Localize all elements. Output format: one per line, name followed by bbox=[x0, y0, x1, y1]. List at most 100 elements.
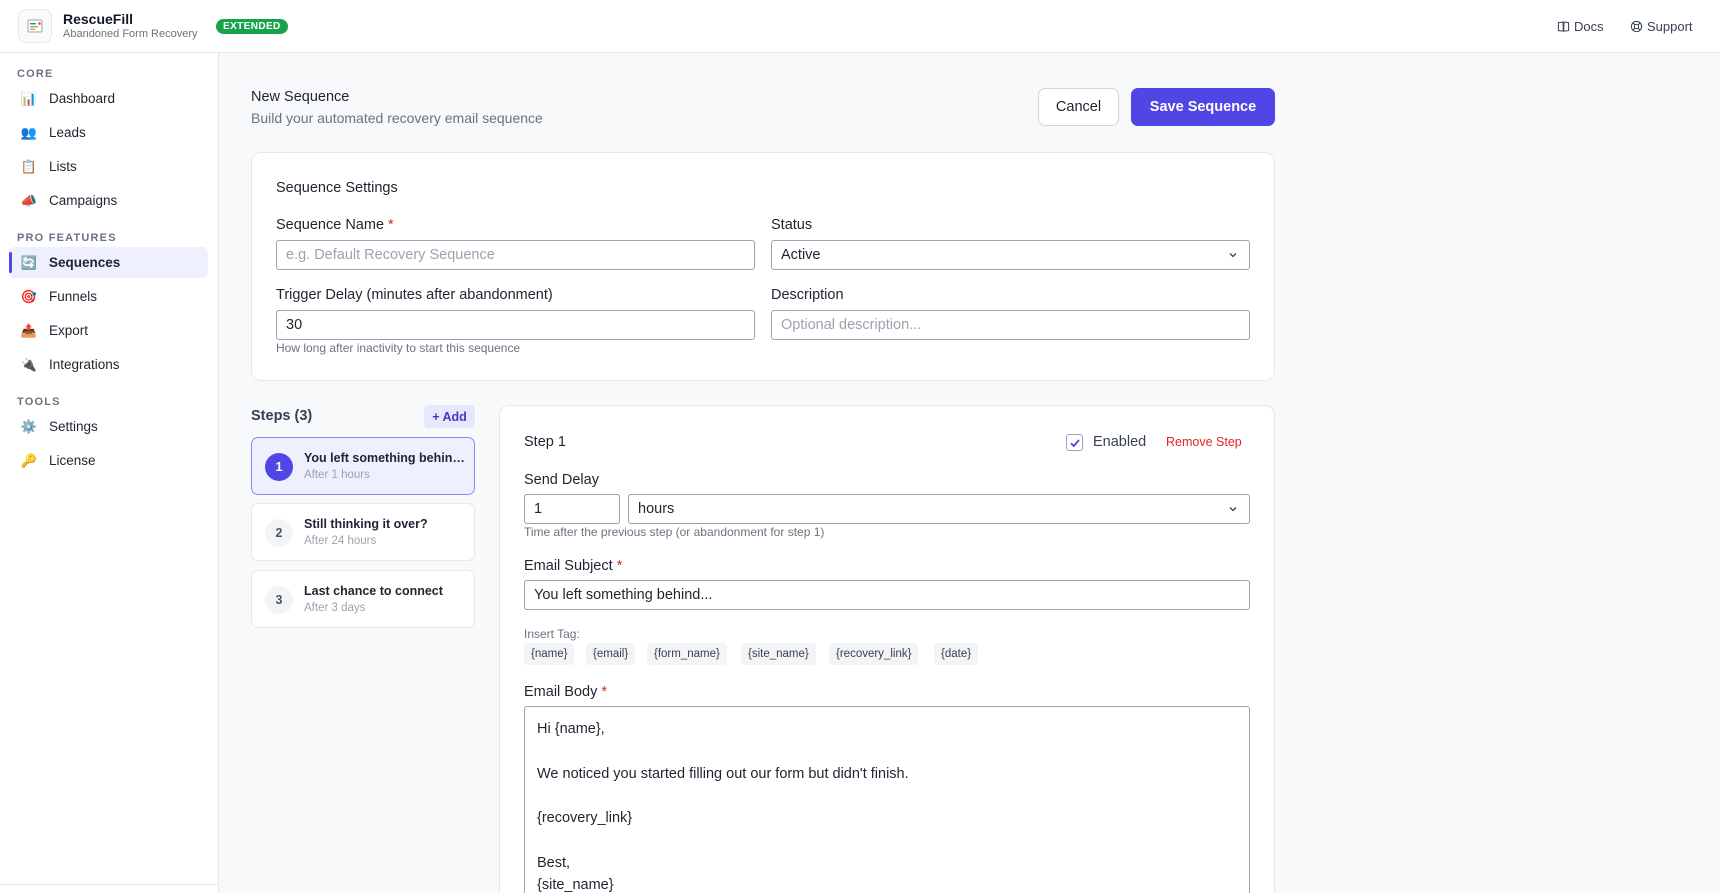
trigger-delay-input[interactable]: 30 bbox=[276, 310, 755, 340]
step-delay: After 3 days bbox=[304, 602, 366, 614]
support-link[interactable]: Support bbox=[1630, 19, 1693, 34]
sidebar-item-label: Export bbox=[49, 323, 89, 338]
top-bar: RescueFill Abandoned Form Recovery EXTEN… bbox=[0, 0, 1720, 53]
status-label: Status bbox=[771, 217, 813, 233]
body-line: Best, bbox=[537, 854, 571, 871]
docs-link[interactable]: Docs bbox=[1557, 19, 1604, 34]
sidebar-item-label: Lists bbox=[49, 159, 77, 174]
tag-recovery-link[interactable]: {recovery_link} bbox=[829, 643, 919, 665]
required-mark: * bbox=[388, 217, 394, 233]
step-item-3[interactable]: 3 Last chance to connect After 3 days bbox=[251, 570, 475, 628]
body-line: We noticed you started filling out our f… bbox=[537, 765, 909, 782]
email-subject-label: Email Subject * bbox=[524, 558, 622, 574]
send-delay-unit-select[interactable]: hours bbox=[628, 494, 1250, 524]
status-select-value: Active bbox=[781, 247, 821, 263]
enabled-checkbox[interactable] bbox=[1066, 434, 1083, 451]
sidebar-item-label: Sequences bbox=[49, 255, 121, 270]
sequence-settings-title: Sequence Settings bbox=[276, 180, 398, 196]
step-item-1[interactable]: 1 You left something behind... After 1 h… bbox=[251, 437, 475, 495]
body-line bbox=[537, 829, 1237, 851]
sidebar-section-pro-features: PRO FEATURES bbox=[17, 232, 117, 244]
key-icon: 🔑 bbox=[20, 452, 38, 468]
chevron-down-icon bbox=[1229, 507, 1237, 512]
email-body-textarea[interactable]: Hi {name}, We noticed you started fillin… bbox=[524, 706, 1250, 893]
sidebar-item-label: Integrations bbox=[49, 357, 120, 372]
status-select[interactable]: Active bbox=[771, 240, 1250, 270]
tag-name[interactable]: {name} bbox=[524, 643, 575, 665]
trigger-delay-hint: How long after inactivity to start this … bbox=[276, 341, 521, 355]
docs-label: Docs bbox=[1574, 19, 1604, 34]
gear-icon: ⚙️ bbox=[20, 418, 38, 434]
description-label: Description bbox=[771, 287, 844, 303]
outbox-icon: 📤 bbox=[20, 322, 38, 338]
lifebuoy-icon bbox=[1630, 20, 1643, 33]
tag-site-name[interactable]: {site_name} bbox=[741, 643, 816, 665]
body-line: {recovery_link} bbox=[537, 810, 633, 827]
page-subtitle: Build your automated recovery email sequ… bbox=[251, 110, 543, 126]
megaphone-icon: 📣 bbox=[20, 192, 38, 208]
sequence-name-input[interactable]: e.g. Default Recovery Sequence bbox=[276, 240, 755, 270]
email-body-label-text: Email Body bbox=[524, 684, 598, 700]
bar-chart-icon: 📊 bbox=[20, 90, 38, 106]
cancel-button[interactable]: Cancel bbox=[1038, 88, 1119, 126]
send-delay-unit-value: hours bbox=[638, 501, 675, 517]
sidebar-item-funnels[interactable]: 🎯 Funnels bbox=[9, 281, 208, 312]
sidebar-item-dashboard[interactable]: 📊 Dashboard bbox=[9, 83, 208, 114]
step-number: 2 bbox=[265, 519, 293, 547]
step-editor-title: Step 1 bbox=[524, 434, 566, 450]
email-subject-label-text: Email Subject bbox=[524, 558, 613, 574]
app-logo-icon bbox=[18, 9, 52, 43]
sidebar-item-label: Leads bbox=[49, 125, 86, 140]
tag-date[interactable]: {date} bbox=[934, 643, 979, 665]
sidebar-item-leads[interactable]: 👥 Leads bbox=[9, 117, 208, 148]
required-mark: * bbox=[601, 684, 608, 700]
app-subtitle: Abandoned Form Recovery bbox=[63, 28, 198, 40]
clipboard-icon: 📋 bbox=[20, 158, 38, 174]
sequence-name-label-text: Sequence Name bbox=[276, 217, 385, 233]
sidebar-item-label: Funnels bbox=[49, 289, 98, 304]
step-delay: After 24 hours bbox=[304, 535, 377, 547]
book-icon bbox=[1557, 21, 1570, 32]
support-label: Support bbox=[1647, 19, 1693, 34]
users-icon: 👥 bbox=[20, 124, 38, 140]
body-line: Hi {name}, bbox=[537, 721, 605, 737]
sidebar-item-sequences[interactable]: 🔄 Sequences bbox=[9, 247, 208, 278]
email-subject-input[interactable]: You left something behind... bbox=[524, 580, 1250, 610]
sidebar-item-integrations[interactable]: 🔌 Integrations bbox=[9, 349, 208, 380]
sidebar-item-export[interactable]: 📤 Export bbox=[9, 315, 208, 346]
sidebar-item-label: Settings bbox=[49, 419, 98, 434]
email-body-label: Email Body * bbox=[524, 684, 607, 700]
step-number: 1 bbox=[265, 453, 293, 481]
sidebar-item-label: License bbox=[49, 453, 96, 468]
step-name: Still thinking it over? bbox=[304, 517, 428, 531]
sidebar-item-lists[interactable]: 📋 Lists bbox=[9, 151, 208, 182]
description-input[interactable]: Optional description... bbox=[771, 310, 1250, 340]
send-delay-input[interactable]: 1 bbox=[524, 494, 620, 524]
app-name: RescueFill bbox=[63, 11, 134, 27]
remove-step-button[interactable]: Remove Step bbox=[1166, 435, 1242, 449]
step-name: Last chance to connect bbox=[304, 584, 443, 598]
save-sequence-button[interactable]: Save Sequence bbox=[1131, 88, 1275, 126]
target-icon: 🎯 bbox=[20, 288, 38, 304]
sequence-name-label: Sequence Name * bbox=[276, 217, 394, 233]
sidebar-item-label: Campaigns bbox=[49, 193, 118, 208]
add-step-button[interactable]: + Add bbox=[424, 405, 475, 428]
sidebar-item-license[interactable]: 🔑 License bbox=[9, 445, 208, 476]
refresh-icon: 🔄 bbox=[20, 254, 38, 270]
tag-email[interactable]: {email} bbox=[586, 643, 636, 665]
step-delay: After 1 hours bbox=[304, 469, 370, 481]
enabled-label: Enabled bbox=[1093, 434, 1147, 450]
chevron-down-icon bbox=[1229, 253, 1237, 258]
sidebar-item-settings[interactable]: ⚙️ Settings bbox=[9, 411, 208, 442]
trigger-delay-label: Trigger Delay (minutes after abandonment… bbox=[276, 287, 553, 303]
steps-title: Steps (3) bbox=[251, 408, 313, 424]
tag-form-name[interactable]: {form_name} bbox=[647, 643, 727, 665]
send-delay-hint: Time after the previous step (or abandon… bbox=[524, 525, 825, 539]
step-item-2[interactable]: 2 Still thinking it over? After 24 hours bbox=[251, 503, 475, 561]
sidebar-item-campaigns[interactable]: 📣 Campaigns bbox=[9, 185, 208, 216]
body-line bbox=[537, 740, 1237, 762]
send-delay-label: Send Delay bbox=[524, 472, 599, 488]
checkmark-icon bbox=[1069, 438, 1080, 447]
body-line: {site_name} bbox=[537, 877, 614, 893]
insert-tag-label: Insert Tag: bbox=[524, 627, 580, 641]
